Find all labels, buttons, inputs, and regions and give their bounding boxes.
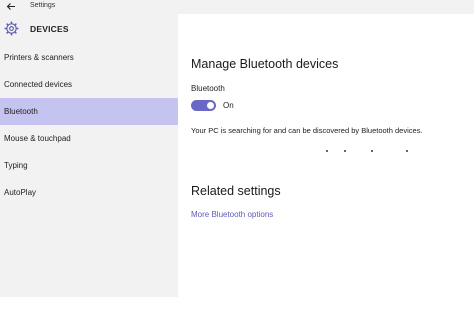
discovery-status-text: Your PC is searching for and can be disc… <box>191 126 423 135</box>
main-content: Manage Bluetooth devices Bluetooth On Yo… <box>178 14 474 297</box>
more-bluetooth-options-link[interactable]: More Bluetooth options <box>191 210 273 219</box>
manage-bluetooth-heading: Manage Bluetooth devices <box>191 57 339 71</box>
related-settings-heading: Related settings <box>191 184 281 198</box>
sidebar-item-mouse-touchpad[interactable]: Mouse & touchpad <box>0 125 178 152</box>
title-bar: Settings <box>0 0 474 14</box>
progress-dot <box>371 150 373 152</box>
gear-icon <box>4 21 19 36</box>
window-bottom-area <box>0 297 474 334</box>
toggle-state-text: On <box>223 101 234 110</box>
sidebar-nav: Printers & scanners Connected devices Bl… <box>0 44 178 297</box>
sidebar-item-typing[interactable]: Typing <box>0 152 178 179</box>
page-header: DEVICES <box>0 14 178 44</box>
progress-dot <box>406 150 408 152</box>
progress-dot <box>326 150 328 152</box>
toggle-knob <box>207 102 214 109</box>
sidebar-item-printers-scanners[interactable]: Printers & scanners <box>0 44 178 71</box>
sidebar-item-connected-devices[interactable]: Connected devices <box>0 71 178 98</box>
progress-dot <box>344 150 346 152</box>
sidebar-item-bluetooth[interactable]: Bluetooth <box>0 98 178 125</box>
window-title: Settings <box>30 2 56 9</box>
back-arrow-icon[interactable] <box>6 1 16 12</box>
bluetooth-toggle-label: Bluetooth <box>191 84 225 93</box>
sidebar-item-autoplay[interactable]: AutoPlay <box>0 179 178 206</box>
searching-progress-dots <box>326 150 416 154</box>
bluetooth-toggle[interactable] <box>191 100 216 111</box>
page-title: DEVICES <box>30 24 69 34</box>
